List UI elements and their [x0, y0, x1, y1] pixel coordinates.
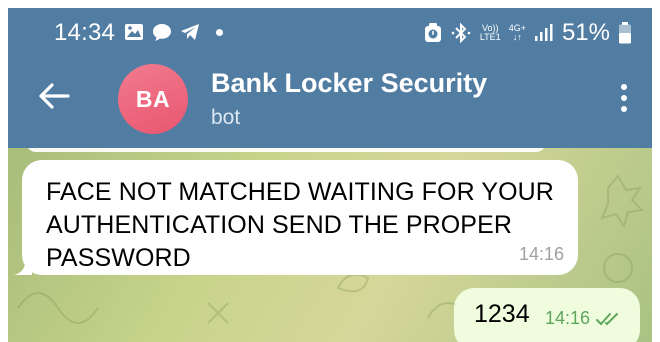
message-time: 14:16 [518, 244, 564, 264]
previous-message-edge [26, 148, 546, 152]
chat-bubble-icon [152, 22, 172, 42]
chat-subtitle: bot [211, 106, 241, 129]
bluetooth-icon [450, 22, 472, 44]
incoming-message-bubble[interactable]: FACE NOT MATCHED WAITING FOR YOUR AUTHEN… [14, 160, 578, 275]
battery-percent: 51% [561, 19, 610, 46]
4g-icon: 4G+ ↓↑ [509, 24, 526, 42]
menu-dot [621, 106, 627, 112]
status-time: 14:34 [54, 19, 116, 46]
outgoing-message-bubble[interactable]: 1234 14:16 [454, 288, 640, 342]
menu-dot [621, 84, 627, 90]
volte-icon: Vo)) LTE1 [480, 24, 501, 42]
message-meta: 14:16 [545, 308, 622, 329]
message-text: 1234 [474, 300, 530, 328]
message-time: 14:16 [544, 308, 590, 328]
menu-dot [621, 95, 627, 101]
back-button[interactable] [34, 76, 74, 116]
message-text: FACE NOT MATCHED WAITING FOR YOUR AUTHEN… [46, 178, 554, 272]
more-options-button[interactable] [610, 78, 638, 118]
chat-header: BA Bank Locker Security bot [8, 56, 652, 148]
image-icon [124, 22, 144, 42]
alarm-lock-icon [424, 23, 442, 43]
status-bar: 14:34 Vo)) LTE1 4G+ ↓↑ 51% [8, 8, 652, 56]
volte-label-bottom: LTE1 [479, 32, 501, 42]
top-bar: 14:34 Vo)) LTE1 4G+ ↓↑ 51% BA Bank Locke… [8, 8, 652, 148]
arrow-left-icon [39, 83, 70, 109]
avatar[interactable]: BA [118, 64, 188, 134]
telegram-chat-screen: 14:34 Vo)) LTE1 4G+ ↓↑ 51% BA Bank Locke… [8, 8, 652, 342]
network-label-bottom: ↓↑ [512, 32, 522, 42]
battery-icon [618, 22, 632, 44]
dot-icon [216, 28, 223, 36]
signal-icon [534, 24, 554, 42]
chat-area[interactable]: FACE NOT MATCHED WAITING FOR YOUR AUTHEN… [8, 148, 652, 342]
notification-icons [124, 22, 223, 42]
system-status-icons: Vo)) LTE1 4G+ ↓↑ 51% [424, 19, 632, 47]
chat-title[interactable]: Bank Locker Security [211, 68, 487, 99]
telegram-send-icon [180, 22, 200, 42]
bubble-tail [14, 257, 32, 275]
double-check-icon [596, 312, 618, 325]
avatar-initials: BA [135, 85, 171, 112]
